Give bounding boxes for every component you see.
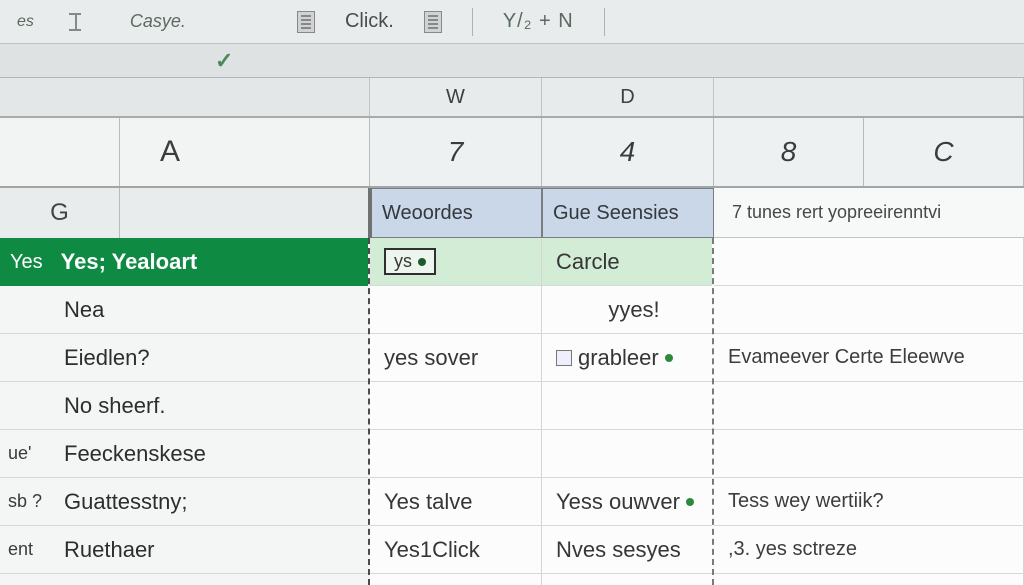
highlight-row[interactable]: Yes Yes; Yealoart	[0, 238, 368, 286]
header-seensies[interactable]: Gue Seensies	[542, 188, 714, 238]
col-w[interactable]: W	[370, 78, 542, 116]
formula-bar: ✓	[0, 44, 1024, 78]
subheader-row: G Weoordes Gue Seensies 7 tunes rert yop…	[0, 188, 1024, 238]
col-overflow: Evameever Certe Eleewve Tess wey wertiik…	[714, 238, 1024, 585]
sel-text: ys	[394, 251, 412, 272]
toolbar-divider-2	[604, 8, 605, 36]
col-tail	[714, 78, 1024, 116]
right-scroll-pane: ys yes sover Yes talve Yes1Click Carcle …	[370, 238, 1024, 585]
status-dot-icon	[665, 354, 673, 362]
row-prefix: sb ?	[0, 491, 60, 512]
cell[interactable]	[370, 382, 541, 430]
cell[interactable]	[714, 430, 1023, 478]
ribbon-toolbar: es Casye. Click. Y/₂ + N	[0, 0, 1024, 44]
click-label[interactable]: Click.	[345, 10, 394, 33]
col-stub	[0, 78, 370, 116]
row-text: Nea	[60, 297, 368, 323]
cell[interactable]: Yes1Click	[370, 526, 541, 574]
cell[interactable]: Yes talve	[370, 478, 541, 526]
cell-text: grableer	[578, 345, 659, 371]
row-text: Ruethaer	[60, 537, 368, 563]
column-headers-main: A 7 4 8 C	[0, 118, 1024, 188]
selection-box[interactable]: ys	[384, 248, 436, 275]
list-row[interactable]: No sheerf.	[0, 382, 368, 430]
cell-text: yyes!	[608, 297, 659, 323]
cell[interactable]	[714, 238, 1023, 286]
tab-es[interactable]: es	[6, 8, 45, 36]
list-row[interactable]: ent Ruethaer	[0, 526, 368, 574]
header-weoordes[interactable]: Weoordes	[370, 188, 542, 238]
cell[interactable]: Nves sesyes	[542, 526, 712, 574]
cell[interactable]	[714, 382, 1023, 430]
tab-casye[interactable]: Casye.	[119, 6, 197, 37]
list-row[interactable]: Eiedlen?	[0, 334, 368, 382]
row-text: Feeckenskese	[60, 441, 368, 467]
list-row[interactable]: ue' Feeckenskese	[0, 430, 368, 478]
cell[interactable]: ,3. yes sctreze	[714, 526, 1023, 574]
cell[interactable]: grableer	[542, 334, 712, 382]
cell[interactable]: Yess ouwver	[542, 478, 712, 526]
col-blank[interactable]	[0, 118, 120, 186]
cell[interactable]: Tess wey wertiik?	[714, 478, 1023, 526]
checkmark-icon[interactable]: ✓	[215, 48, 233, 74]
cell[interactable]	[370, 286, 541, 334]
cell[interactable]: yes sover	[370, 334, 541, 382]
row-text: Guattesstny;	[60, 489, 368, 515]
row-prefix: ent	[0, 539, 60, 560]
cell[interactable]	[542, 382, 712, 430]
row-text: Eiedlen?	[60, 345, 368, 371]
list-row[interactable]: sb ? Guattesstny;	[0, 478, 368, 526]
toolbar-divider	[472, 8, 473, 36]
bullet-icon	[418, 258, 426, 266]
col-4[interactable]: 4	[542, 118, 714, 186]
left-frozen-pane: Yes Yes; Yealoart Nea Eiedlen? No sheerf…	[0, 238, 370, 585]
col-d[interactable]: D	[542, 78, 714, 116]
col-a[interactable]: A	[120, 118, 370, 186]
row-text: No sheerf.	[60, 393, 368, 419]
yealoat-cell: Yes; Yealoart	[61, 249, 216, 275]
box-icon	[556, 350, 572, 366]
row-prefix: ue'	[0, 443, 60, 464]
cell-text: Yess ouwver	[556, 489, 680, 515]
document-icon-2[interactable]	[424, 11, 442, 33]
left-spacer	[120, 188, 370, 238]
list-row[interactable]: Nea	[0, 286, 368, 334]
cell[interactable]	[542, 430, 712, 478]
col-weoordes: ys yes sover Yes talve Yes1Click	[370, 238, 542, 585]
grid-body: Yes Yes; Yealoart Nea Eiedlen? No sheerf…	[0, 238, 1024, 585]
col-c[interactable]: C	[864, 118, 1024, 186]
col-7[interactable]: 7	[370, 118, 542, 186]
cell[interactable]	[370, 430, 541, 478]
col-g[interactable]: G	[0, 188, 120, 238]
cell[interactable]: Evameever Certe Eleewve	[714, 334, 1023, 382]
cell[interactable]: ys	[370, 238, 541, 286]
status-dot-icon	[686, 498, 694, 506]
cell[interactable]	[714, 286, 1023, 334]
yes-cell: Yes	[10, 251, 61, 274]
col-seensies: Carcle yyes! grableer Yess ouwver Nves s…	[542, 238, 714, 585]
filter-icon[interactable]	[75, 13, 89, 31]
yn-indicator: Y/₂ + N	[503, 10, 574, 33]
header-tail-text: 7 tunes rert yopreeirenntvi	[714, 188, 1024, 238]
document-icon[interactable]	[297, 11, 315, 33]
cell[interactable]: Carcle	[542, 238, 712, 286]
cell[interactable]: yyes!	[542, 286, 712, 334]
window-column-strip: W D	[0, 78, 1024, 118]
col-8[interactable]: 8	[714, 118, 864, 186]
